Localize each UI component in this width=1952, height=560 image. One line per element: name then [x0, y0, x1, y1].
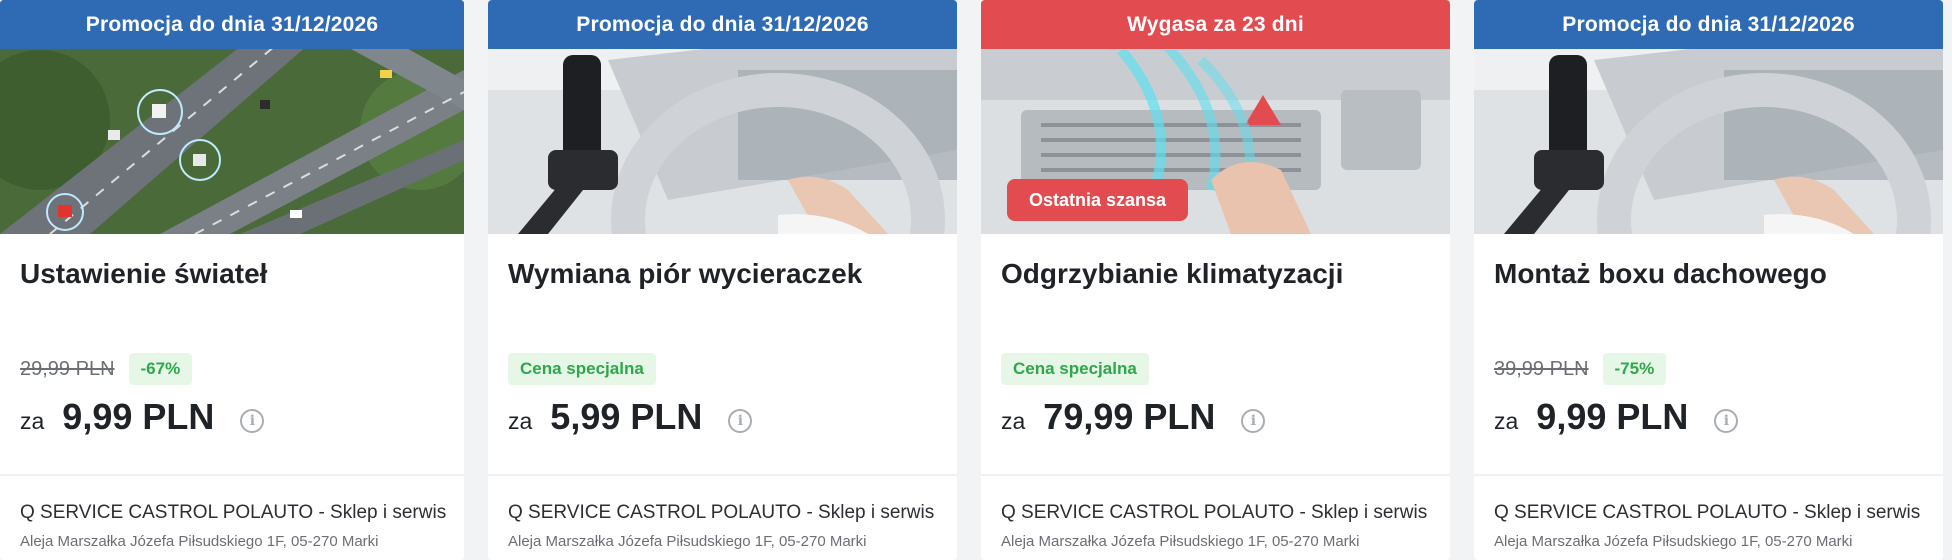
price-value: 9,99 PLN — [1536, 396, 1689, 437]
price-prefix: za — [1001, 408, 1026, 434]
promo-banner: Promocja do dnia 31/12/2026 — [488, 0, 957, 49]
offer-image-phone-holder: Promocja do dnia 31/12/2026 — [488, 0, 957, 234]
offer-card[interactable]: Wygasa za 23 dni Ostatnia szansa Odgrzyb… — [981, 0, 1450, 560]
old-price: 39,99 PLN — [1494, 357, 1589, 380]
shop-address: Aleja Marszałka Józefa Piłsudskiego 1F, … — [20, 533, 379, 550]
offer-title[interactable]: Odgrzybianie klimatyzacji — [1001, 258, 1343, 290]
promo-banner: Promocja do dnia 31/12/2026 — [1474, 0, 1943, 49]
info-circle-icon[interactable]: i — [1241, 409, 1266, 433]
special-price-badge: Cena specjalna — [1001, 353, 1149, 385]
shop-name[interactable]: Q SERVICE CASTROL POLAUTO - Sklep i serw… — [20, 502, 446, 524]
old-price: 29,99 PLN — [20, 357, 115, 380]
offer-title[interactable]: Montaż boxu dachowego — [1494, 258, 1827, 290]
price-meta: 39,99 PLN -75% — [1494, 352, 1667, 386]
info-circle-icon[interactable]: i — [1714, 409, 1739, 433]
expiry-banner: Wygasa za 23 dni — [981, 0, 1450, 49]
divider — [488, 474, 957, 476]
discount-badge: -75% — [1602, 353, 1667, 385]
info-circle-icon[interactable]: i — [728, 409, 753, 433]
shop-address: Aleja Marszałka Józefa Piłsudskiego 1F, … — [1494, 533, 1853, 550]
offer-card[interactable]: Promocja do dnia 31/12/2026 Montaż boxu … — [1474, 0, 1943, 560]
offer-card-row: Promocja do dnia 31/12/2026 Ustawienie ś… — [0, 0, 1952, 560]
discount-badge: -67% — [128, 353, 193, 385]
offer-title[interactable]: Ustawienie świateł — [20, 258, 267, 290]
price-value: 79,99 PLN — [1043, 396, 1216, 437]
shop-name[interactable]: Q SERVICE CASTROL POLAUTO - Sklep i serw… — [1001, 502, 1427, 524]
last-chance-badge: Ostatnia szansa — [1007, 179, 1189, 221]
divider — [0, 474, 464, 476]
offer-image-air-vent: Wygasa za 23 dni Ostatnia szansa — [981, 0, 1450, 234]
divider — [981, 474, 1450, 476]
info-circle-icon[interactable]: i — [240, 409, 265, 433]
price-prefix: za — [508, 408, 533, 434]
price-value: 9,99 PLN — [62, 396, 215, 437]
offer-image-highway: Promocja do dnia 31/12/2026 — [0, 0, 464, 234]
price-prefix: za — [20, 408, 45, 434]
price-meta: 29,99 PLN -67% — [20, 352, 193, 386]
offer-image-phone-holder: Promocja do dnia 31/12/2026 — [1474, 0, 1943, 234]
offer-card[interactable]: Promocja do dnia 31/12/2026 Wymiana piór… — [488, 0, 957, 560]
divider — [1474, 474, 1943, 476]
price-line: za 79,99 PLN i — [1001, 396, 1266, 438]
special-price-badge: Cena specjalna — [508, 353, 656, 385]
price-value: 5,99 PLN — [550, 396, 703, 437]
price-meta: Cena specjalna — [1001, 352, 1149, 386]
promo-banner: Promocja do dnia 31/12/2026 — [0, 0, 464, 49]
price-line: za 9,99 PLN i — [1494, 396, 1739, 438]
price-line: za 5,99 PLN i — [508, 396, 753, 438]
offer-card[interactable]: Promocja do dnia 31/12/2026 Ustawienie ś… — [0, 0, 464, 560]
price-meta: Cena specjalna — [508, 352, 656, 386]
shop-name[interactable]: Q SERVICE CASTROL POLAUTO - Sklep i serw… — [1494, 502, 1920, 524]
shop-name[interactable]: Q SERVICE CASTROL POLAUTO - Sklep i serw… — [508, 502, 934, 524]
shop-address: Aleja Marszałka Józefa Piłsudskiego 1F, … — [1001, 533, 1360, 550]
price-line: za 9,99 PLN i — [20, 396, 265, 438]
price-prefix: za — [1494, 408, 1519, 434]
offer-title[interactable]: Wymiana piór wycieraczek — [508, 258, 862, 290]
shop-address: Aleja Marszałka Józefa Piłsudskiego 1F, … — [508, 533, 867, 550]
